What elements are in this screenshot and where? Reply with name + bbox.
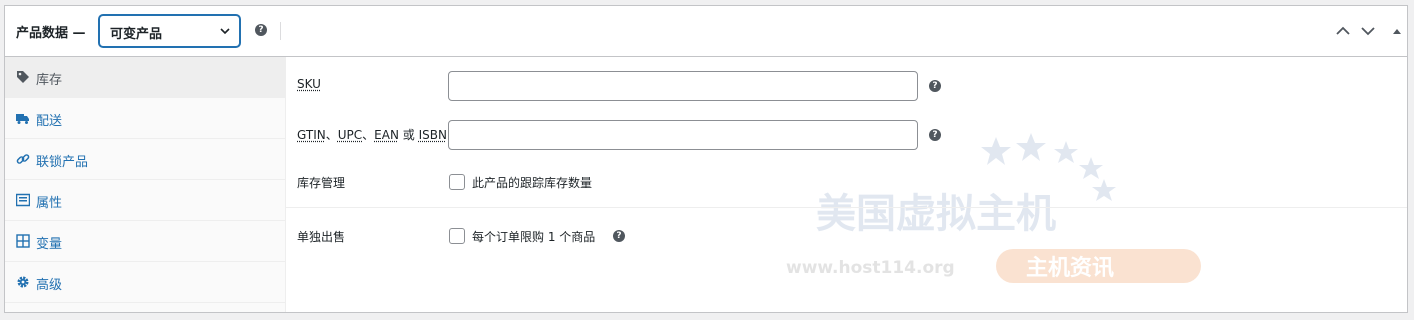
collapse-toggle-icon[interactable] <box>1389 24 1405 38</box>
sold-individually-label: 单独出售 <box>297 230 346 244</box>
link-icon <box>16 154 30 164</box>
panel-header: 产品数据 — 可变产品 ? <box>5 6 1407 57</box>
tab-attributes[interactable]: 属性 <box>5 180 285 221</box>
tab-label: 属性 <box>36 196 63 211</box>
product-type-value: 可变产品 <box>110 27 163 42</box>
chevron-down-icon <box>220 28 230 35</box>
gtin-input[interactable] <box>448 120 918 150</box>
move-down-icon[interactable] <box>1360 24 1376 38</box>
tab-label: 联锁产品 <box>36 155 89 170</box>
panel-title: 产品数据 — <box>16 26 86 41</box>
tab-label: 变量 <box>36 237 63 252</box>
tag-icon <box>17 71 29 83</box>
gtin-label: GTIN、UPC、EAN 或 ISBN <box>297 128 447 142</box>
sku-label: SKU <box>297 77 321 91</box>
sold-individually-checkbox[interactable] <box>449 228 465 244</box>
product-type-select[interactable]: 可变产品 <box>99 15 240 47</box>
sku-input[interactable] <box>448 71 918 101</box>
grid-icon <box>16 234 30 248</box>
section-divider <box>286 207 1407 208</box>
svg-text:主机资讯: 主机资讯 <box>1026 256 1114 281</box>
svg-text:美国虚拟主机: 美国虚拟主机 <box>816 191 1056 237</box>
truck-icon <box>16 114 29 124</box>
help-icon[interactable]: ? <box>929 129 941 141</box>
stock-management-label: 库存管理 <box>297 176 346 190</box>
product-data-tabs: 库存 配送 联锁产品 属性 变量 高级 <box>5 57 286 312</box>
gear-icon <box>17 276 29 288</box>
inventory-panel: 美国虚拟主机 www.host114.org 主机资讯 SKU ? GTIN、U… <box>286 57 1407 312</box>
tab-advanced[interactable]: 高级 <box>5 262 285 303</box>
tab-linked-products[interactable]: 联锁产品 <box>5 139 285 180</box>
sold-individually-checkbox-label: 每个订单限购 1 个商品 <box>472 230 596 244</box>
help-icon[interactable]: ? <box>255 24 267 36</box>
tab-label: 库存 <box>36 73 63 88</box>
tab-variations[interactable]: 变量 <box>5 221 285 262</box>
list-icon <box>16 193 30 207</box>
manage-stock-checkbox-label: 此产品的跟踪库存数量 <box>472 176 593 190</box>
manage-stock-checkbox[interactable] <box>449 174 465 190</box>
svg-text:www.host114.org: www.host114.org <box>786 258 955 278</box>
product-data-panel: 产品数据 — 可变产品 ? 库存 配送 联锁产品 属性 变量 高级 美国虚拟主机… <box>4 5 1408 313</box>
header-divider <box>280 22 281 40</box>
move-up-icon[interactable] <box>1335 24 1351 38</box>
help-icon[interactable]: ? <box>929 80 941 92</box>
help-icon[interactable]: ? <box>613 230 625 242</box>
tab-inventory[interactable]: 库存 <box>5 57 285 98</box>
tab-label: 配送 <box>36 114 63 129</box>
tab-shipping[interactable]: 配送 <box>5 98 285 139</box>
tab-label: 高级 <box>36 278 63 293</box>
